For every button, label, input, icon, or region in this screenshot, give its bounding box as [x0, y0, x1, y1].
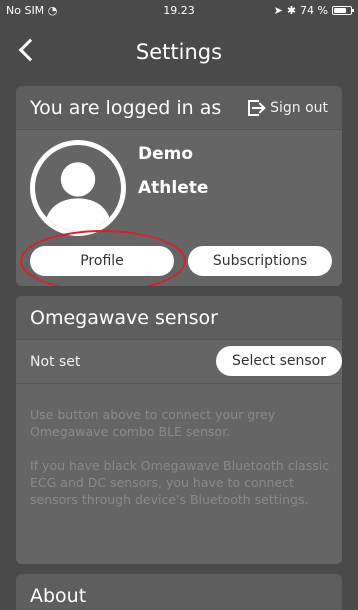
- nav-bar: Settings: [0, 22, 358, 82]
- sensor-help-paragraph-1: Use button above to connect your grey Om…: [30, 407, 276, 439]
- about-card-header: About: [16, 574, 342, 610]
- sign-out-label: Sign out: [270, 99, 328, 116]
- location-icon: ➤: [273, 4, 283, 17]
- profile-button[interactable]: Profile: [30, 246, 174, 276]
- account-card-header: You are logged in as Sign out: [16, 86, 342, 130]
- battery-text: 74 %: [300, 4, 328, 17]
- account-heading: You are logged in as: [30, 96, 222, 119]
- status-bar: No SIM ◔ 19.23 ➤ ✱ 74 %: [0, 0, 358, 22]
- subscriptions-button[interactable]: Subscriptions: [188, 246, 332, 276]
- sensor-card-header: Omegawave sensor: [16, 296, 342, 340]
- select-sensor-button[interactable]: Select sensor: [216, 346, 342, 376]
- sensor-card: Omegawave sensor Not set Select sensor U…: [16, 296, 342, 564]
- sensor-heading: Omegawave sensor: [30, 306, 218, 329]
- sign-out-icon: [248, 99, 264, 116]
- avatar-icon: [30, 140, 126, 236]
- page-title: Settings: [135, 40, 223, 64]
- battery-icon: [332, 6, 354, 15]
- user-first-name: Demo: [138, 144, 194, 164]
- sensor-help-paragraph-2: If you have black Omegawave Bluetooth cl…: [30, 458, 330, 507]
- sign-out-button[interactable]: Sign out: [248, 99, 328, 116]
- sensor-status: Not set: [30, 354, 81, 370]
- bluetooth-icon: ✱: [286, 4, 297, 17]
- sensor-help-text: Use button above to connect your grey Om…: [30, 406, 330, 508]
- user-last-name: Athlete: [138, 178, 209, 198]
- about-card[interactable]: About: [16, 574, 342, 610]
- status-right: ➤ ✱ 74 %: [273, 4, 354, 17]
- battery-fill: [334, 8, 346, 13]
- about-heading: About: [30, 584, 87, 607]
- sensor-row: Not set Select sensor: [16, 340, 342, 384]
- account-card: You are logged in as Sign out Demo Athle…: [16, 86, 342, 286]
